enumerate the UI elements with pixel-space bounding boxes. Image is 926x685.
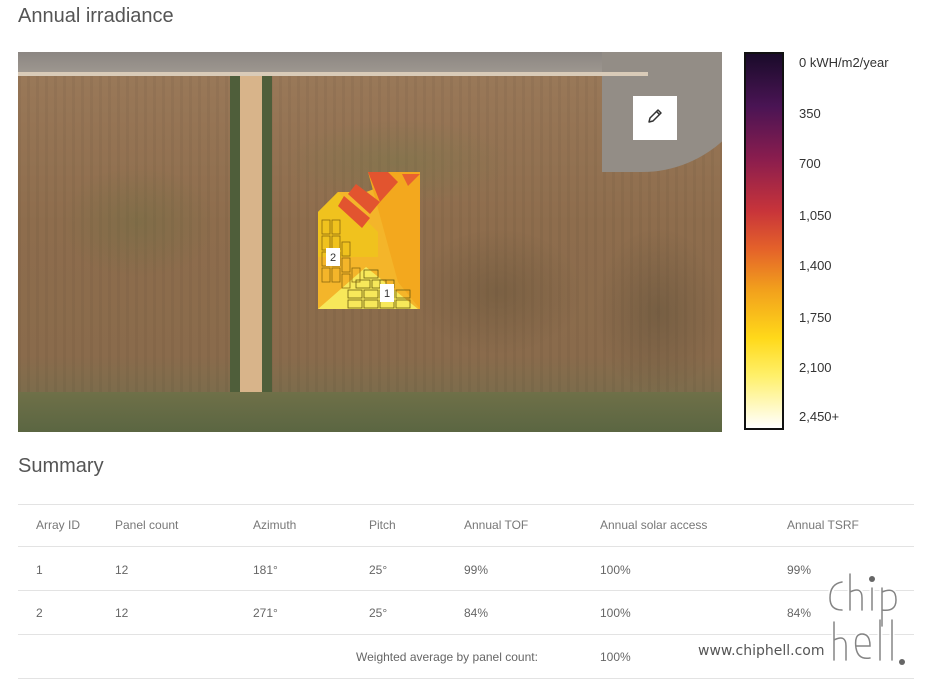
scale-label: 1,400 — [799, 258, 832, 273]
summary-title: Summary — [18, 455, 104, 477]
column-header: Annual TOF — [464, 518, 529, 532]
table-cell: 84% — [464, 606, 489, 620]
column-header: Annual TSRF — [787, 518, 859, 532]
table-cell: 99% — [787, 563, 812, 577]
column-header: Pitch — [369, 518, 396, 532]
table-divider — [18, 634, 914, 635]
watermark-text: www.chiphell.com — [698, 643, 825, 659]
table-cell: 100% — [600, 563, 631, 577]
array-2-label: 2 — [330, 252, 336, 264]
table-cell: 99% — [464, 563, 489, 577]
table-cell: 12 — [115, 563, 129, 577]
ground-strip — [18, 392, 722, 432]
column-header: Azimuth — [253, 518, 297, 532]
table-divider — [18, 504, 914, 505]
dirt-path — [240, 76, 262, 394]
scale-label: 1,050 — [799, 208, 832, 223]
weighted-average-value: 100% — [600, 650, 631, 664]
table-cell: 271° — [253, 606, 278, 620]
table-cell: 1 — [36, 563, 43, 577]
scale-label: 700 — [799, 156, 821, 171]
edit-button[interactable] — [633, 96, 677, 140]
table-cell: 25° — [369, 606, 388, 620]
roof-irradiance-overlay[interactable]: 2 1 — [318, 172, 428, 317]
table-cell: 2 — [36, 606, 43, 620]
page-title: Annual irradiance — [18, 5, 174, 27]
scale-label: 0 kWH/m2/year — [799, 55, 889, 70]
table-cell: 12 — [115, 606, 129, 620]
scale-label: 1,750 — [799, 310, 832, 325]
chiphell-logo-watermark — [827, 571, 905, 665]
table-divider — [18, 590, 914, 591]
table-cell: 100% — [600, 606, 631, 620]
irradiance-color-scale — [744, 52, 784, 430]
array-1-label: 1 — [384, 288, 390, 300]
column-header: Annual solar access — [600, 518, 708, 532]
weighted-average-label: Weighted average by panel count: — [356, 650, 538, 664]
scale-label: 350 — [799, 106, 821, 121]
scale-label: 2,100 — [799, 360, 832, 375]
column-header: Array ID — [36, 518, 81, 532]
table-cell: 181° — [253, 563, 278, 577]
table-cell: 84% — [787, 606, 812, 620]
road-edge — [18, 72, 648, 76]
scale-label: 2,450+ — [799, 409, 840, 424]
column-header: Panel count — [115, 518, 179, 532]
aerial-map[interactable]: 2 1 — [18, 52, 722, 432]
table-cell: 25° — [369, 563, 388, 577]
table-divider — [18, 546, 914, 547]
table-divider — [18, 678, 914, 679]
pencil-icon — [646, 107, 664, 130]
